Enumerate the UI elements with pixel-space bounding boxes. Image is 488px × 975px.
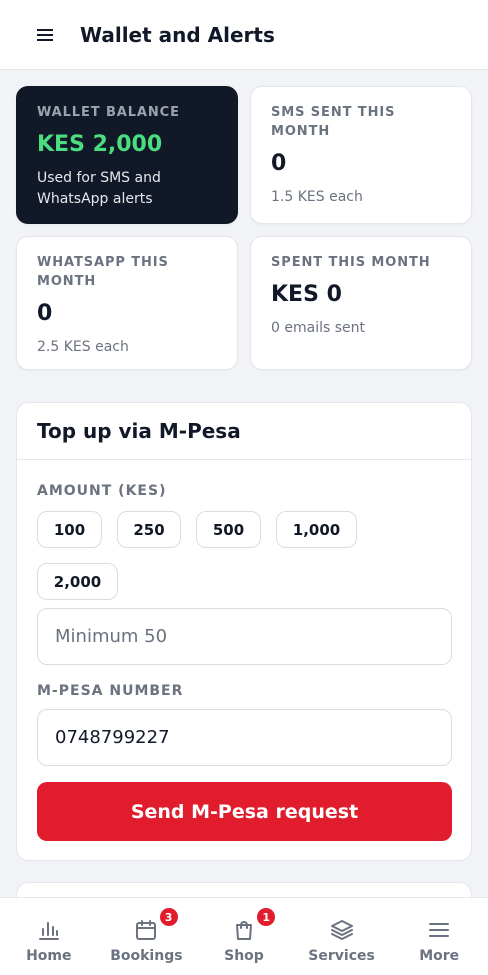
topup-header: Top up via M-Pesa — [17, 403, 471, 460]
stat-value: 0 — [271, 151, 287, 176]
topup-panel: Top up via M-Pesa AMOUNT (KES) 100 250 5… — [16, 402, 472, 861]
notification-badge: 3 — [159, 908, 178, 926]
stat-label: WHATSAPP THIS MONTH — [37, 255, 169, 289]
amount-chip-250[interactable]: 250 — [117, 511, 181, 548]
stat-subtext: Used for SMS and WhatsApp alerts — [37, 170, 161, 207]
hamburger-icon — [37, 28, 53, 41]
nav-label: Services — [308, 948, 375, 964]
amount-chip-500[interactable]: 500 — [196, 511, 261, 548]
stat-label: WALLET BALANCE — [37, 105, 180, 120]
stat-subtext: 2.5 KES each — [37, 339, 129, 355]
notification-badge: 1 — [257, 908, 276, 926]
nav-label: More — [419, 948, 460, 964]
whatsapp-card: WHATSAPP THIS MONTH 0 2.5 KES each — [16, 236, 238, 370]
nav-item-shop[interactable]: 1 Shop — [195, 898, 293, 975]
amount-chip-1000[interactable]: 1,000 — [276, 511, 357, 548]
stat-subtext: 0 emails sent — [271, 320, 365, 336]
amount-chip-2000[interactable]: 2,000 — [37, 563, 118, 600]
amount-input[interactable] — [37, 608, 452, 665]
bar-chart-icon — [36, 917, 62, 943]
nav-label: Home — [26, 948, 72, 964]
app-header: Wallet and Alerts — [0, 0, 488, 70]
send-mpesa-request-button[interactable]: Send M-Pesa request — [37, 782, 452, 841]
shopping-bag-icon — [231, 917, 257, 943]
spent-card: SPENT THIS MONTH KES 0 0 emails sent — [250, 236, 472, 370]
nav-label: Shop — [224, 948, 264, 964]
calendar-icon — [133, 917, 159, 943]
stat-value: KES 2,000 — [37, 132, 163, 157]
mpesa-number-label: M-PESA NUMBER — [37, 683, 184, 699]
bottom-navigation: Home 3 Bookings 1 Shop Services More — [0, 897, 488, 975]
nav-item-bookings[interactable]: 3 Bookings — [98, 898, 196, 975]
layers-icon — [329, 917, 355, 943]
stat-value: KES 0 — [271, 282, 342, 307]
nav-item-more[interactable]: More — [390, 898, 488, 975]
stat-value: 0 — [37, 301, 53, 326]
menu-icon — [426, 917, 452, 943]
sms-sent-card: SMS SENT THIS MONTH 0 1.5 KES each — [250, 86, 472, 224]
amount-label: AMOUNT (KES) — [37, 483, 167, 499]
page-title: Wallet and Alerts — [80, 22, 275, 47]
stat-label: SMS SENT THIS MONTH — [271, 105, 396, 139]
wallet-balance-card: WALLET BALANCE KES 2,000 Used for SMS an… — [16, 86, 238, 224]
nav-label: Bookings — [110, 948, 183, 964]
hamburger-menu-button[interactable] — [30, 20, 60, 50]
topup-title: Top up via M-Pesa — [37, 419, 241, 443]
amount-chip-100[interactable]: 100 — [37, 511, 102, 548]
nav-item-services[interactable]: Services — [293, 898, 391, 975]
stat-subtext: 1.5 KES each — [271, 189, 363, 205]
stat-label: SPENT THIS MONTH — [271, 255, 431, 270]
mpesa-number-input[interactable] — [37, 709, 452, 766]
nav-item-home[interactable]: Home — [0, 898, 98, 975]
